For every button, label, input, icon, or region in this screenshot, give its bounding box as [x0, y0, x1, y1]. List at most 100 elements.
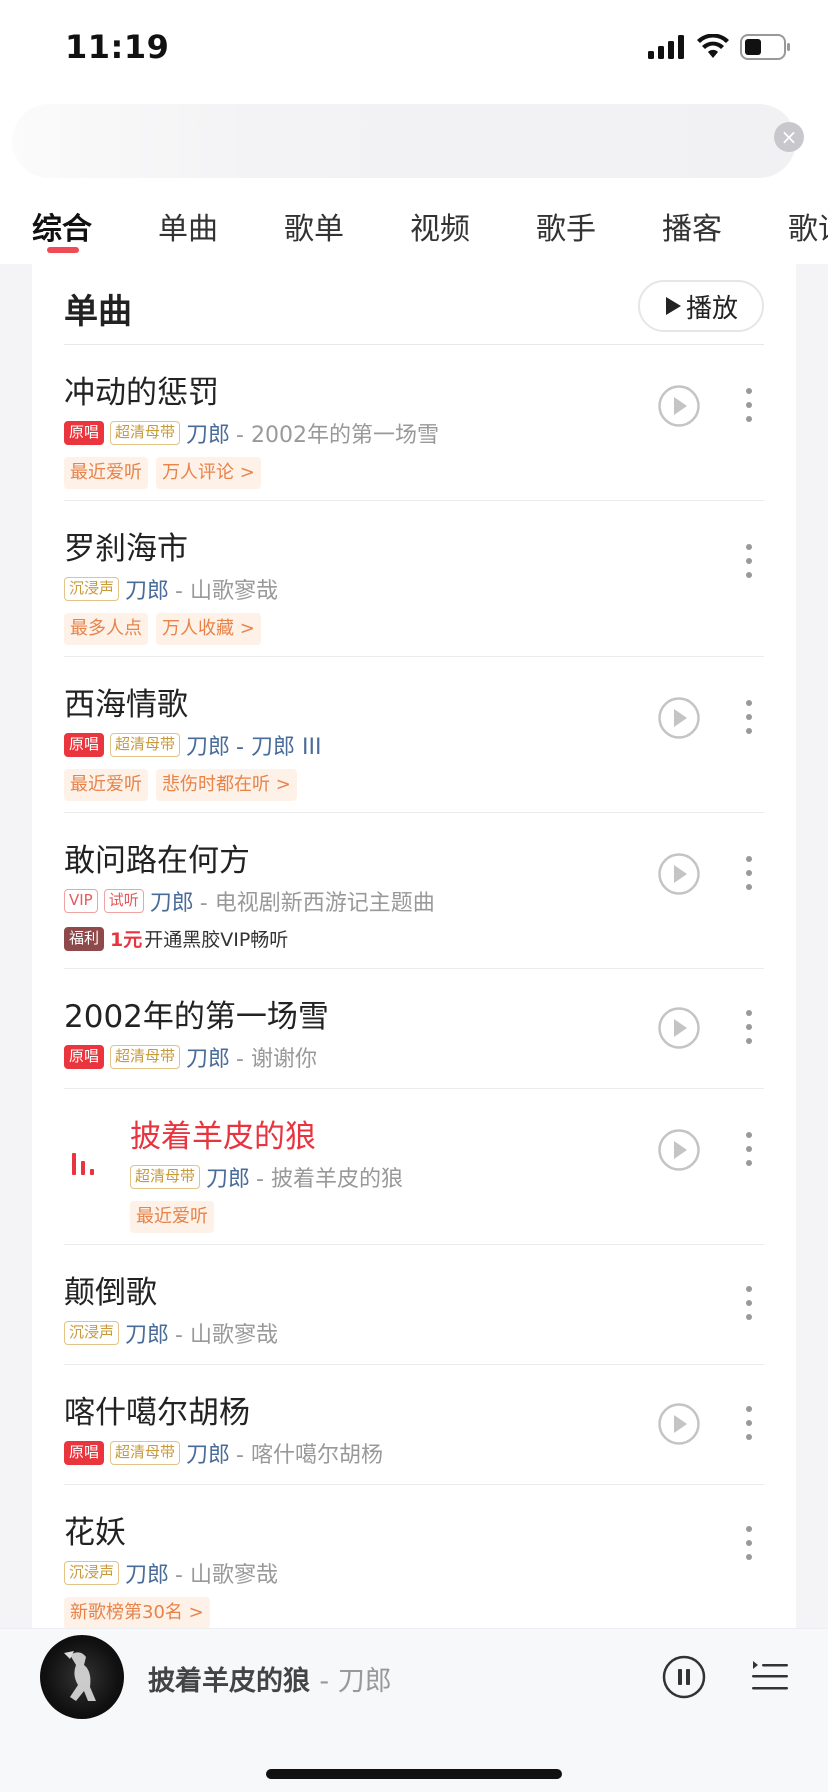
original-badge: 原唱 [64, 733, 105, 757]
song-row[interactable]: 西海情歌 原唱 超清母带 刀郎 - 刀郎 III 最近爱听 悲伤时都在听 > [64, 657, 764, 813]
search-bar: × [0, 100, 828, 190]
play-mv-icon[interactable] [658, 1007, 700, 1049]
tab-songs[interactable]: 单曲 [158, 204, 218, 248]
album-name: - 喀什噶尔胡杨 [236, 1443, 383, 1468]
more-options-icon[interactable] [734, 1129, 764, 1169]
now-playing-info[interactable]: 披着羊皮的狼 - 刀郎 [148, 1659, 392, 1698]
album-link[interactable]: - 刀郎 III [236, 729, 321, 761]
tab-videos[interactable]: 视频 [410, 204, 470, 248]
tag-link[interactable]: 悲伤时都在听 > [156, 769, 297, 801]
artist-link[interactable]: 刀郎 [125, 573, 169, 605]
song-meta: 原唱 超清母带 刀郎 - 刀郎 III [64, 729, 321, 761]
search-input[interactable] [12, 104, 796, 178]
artist-link[interactable]: 刀郎 [186, 729, 230, 761]
song-meta: 沉浸声 刀郎 - 山歌寥哉 [64, 1317, 278, 1349]
song-title: 2002年的第一场雪 [64, 999, 329, 1035]
song-tags: 最近爱听 万人评论 > [64, 457, 261, 489]
master-quality-badge: 超清母带 [130, 1165, 201, 1189]
tab-comprehensive[interactable]: 综合 [32, 204, 92, 248]
album-name: - 2002年的第一场雪 [236, 423, 439, 448]
pause-button[interactable] [662, 1655, 706, 1699]
tag-link[interactable]: 万人收藏 > [156, 613, 261, 645]
song-row[interactable]: 2002年的第一场雪 原唱 超清母带 刀郎 - 谢谢你 [64, 969, 764, 1089]
more-options-icon[interactable] [734, 541, 764, 581]
tag-link[interactable]: 万人评论 > [156, 457, 261, 489]
promo-price: 1元 [110, 929, 143, 951]
tag: 最近爱听 [64, 769, 148, 801]
song-title: 喀什噶尔胡杨 [64, 1395, 250, 1431]
play-icon [665, 297, 681, 315]
song-row[interactable]: 冲动的惩罚 原唱 超清母带 刀郎 - 2002年的第一场雪 最近爱听 万人评论 … [64, 345, 764, 501]
section-title: 单曲 [64, 292, 132, 332]
more-options-icon[interactable] [734, 385, 764, 425]
song-row[interactable]: 花妖 沉浸声 刀郎 - 山歌寥哉 新歌榜第30名 > [64, 1485, 764, 1629]
more-options-icon[interactable] [734, 853, 764, 893]
artist-link[interactable]: 刀郎 [125, 1557, 169, 1589]
preview-badge: 试听 [103, 889, 144, 913]
more-options-icon[interactable] [734, 1403, 764, 1443]
artist-link[interactable]: 刀郎 [186, 1437, 230, 1469]
status-bar: 11:19 [0, 0, 828, 100]
immersive-sound-badge: 沉浸声 [64, 1561, 120, 1585]
more-options-icon[interactable] [734, 1523, 764, 1563]
song-row[interactable]: 敢问路在何方 VIP 试听 刀郎 - 电视剧新西游记主题曲 福利 1元 开通黑胶… [64, 813, 764, 969]
original-badge: 原唱 [64, 1045, 105, 1069]
song-title: 敢问路在何方 [64, 843, 250, 879]
album-name: - 谢谢你 [236, 1047, 317, 1072]
play-all-label: 播放 [685, 293, 738, 324]
songs-card: 单曲 播放 冲动的惩罚 原唱 超清母带 刀郎 - 2002年的第一场雪 最近爱听… [32, 264, 796, 1629]
tab-playlists[interactable]: 歌单 [284, 204, 344, 248]
album-name: - 山歌寥哉 [175, 579, 278, 604]
more-options-icon[interactable] [734, 1007, 764, 1047]
album-art-image [64, 1651, 96, 1701]
original-badge: 原唱 [64, 1441, 105, 1465]
song-tags: 最多人点 万人收藏 > [64, 613, 261, 645]
play-mv-icon[interactable] [658, 853, 700, 895]
song-row-playing[interactable]: 披着羊皮的狼 超清母带 刀郎 - 披着羊皮的狼 最近爱听 [64, 1089, 764, 1245]
mini-player[interactable]: 披着羊皮的狼 - 刀郎 [0, 1628, 828, 1792]
play-mv-icon[interactable] [658, 1129, 700, 1171]
artist-link[interactable]: 刀郎 [125, 1317, 169, 1349]
more-options-icon[interactable] [734, 1283, 764, 1323]
battery-icon [740, 34, 790, 60]
album-name: - 山歌寥哉 [175, 1323, 278, 1348]
vip-promo[interactable]: 福利 1元 开通黑胶VIP畅听 [64, 925, 288, 952]
artist-link[interactable]: 刀郎 [150, 885, 194, 917]
master-quality-badge: 超清母带 [110, 1441, 181, 1465]
album-cover[interactable] [40, 1635, 124, 1719]
tab-artists[interactable]: 歌手 [536, 204, 596, 248]
clear-search-button[interactable]: × [774, 122, 804, 152]
artist-link[interactable]: 刀郎 [186, 417, 230, 449]
song-meta: 原唱 超清母带 刀郎 - 喀什噶尔胡杨 [64, 1437, 383, 1469]
immersive-sound-badge: 沉浸声 [64, 577, 120, 601]
song-row[interactable]: 喀什噶尔胡杨 原唱 超清母带 刀郎 - 喀什噶尔胡杨 [64, 1365, 764, 1485]
home-indicator [266, 1769, 562, 1779]
chart-rank-tag[interactable]: 新歌榜第30名 > [64, 1597, 210, 1629]
tag: 最近爱听 [130, 1201, 214, 1233]
play-mv-icon[interactable] [658, 697, 700, 739]
song-title: 罗刹海市 [64, 531, 188, 567]
song-meta: 沉浸声 刀郎 - 山歌寥哉 [64, 1557, 278, 1589]
now-playing-title: 披着羊皮的狼 [148, 1666, 310, 1697]
artist-link[interactable]: 刀郎 [186, 1041, 230, 1073]
status-time: 11:19 [65, 28, 170, 66]
play-mv-icon[interactable] [658, 1403, 700, 1445]
song-meta: 原唱 超清母带 刀郎 - 2002年的第一场雪 [64, 417, 439, 449]
category-tabs: 综合 单曲 歌单 视频 歌手 播客 歌词 [0, 190, 828, 264]
tab-lyrics[interactable]: 歌词 [788, 204, 828, 248]
tag: 最多人点 [64, 613, 148, 645]
more-options-icon[interactable] [734, 697, 764, 737]
play-all-button[interactable]: 播放 [638, 280, 764, 332]
song-row[interactable]: 颠倒歌 沉浸声 刀郎 - 山歌寥哉 [64, 1245, 764, 1365]
song-row[interactable]: 罗刹海市 沉浸声 刀郎 - 山歌寥哉 最多人点 万人收藏 > [64, 501, 764, 657]
song-title: 颠倒歌 [64, 1275, 157, 1311]
wifi-icon [697, 34, 729, 58]
artist-link[interactable]: 刀郎 [206, 1161, 250, 1193]
tab-podcasts[interactable]: 播客 [662, 204, 722, 248]
song-meta: VIP 试听 刀郎 - 电视剧新西游记主题曲 [64, 885, 435, 917]
song-tags: 新歌榜第30名 > [64, 1597, 210, 1629]
album-name: - 披着羊皮的狼 [256, 1167, 403, 1192]
play-mv-icon[interactable] [658, 385, 700, 427]
close-icon: × [780, 125, 798, 149]
playlist-queue-button[interactable] [750, 1657, 790, 1695]
